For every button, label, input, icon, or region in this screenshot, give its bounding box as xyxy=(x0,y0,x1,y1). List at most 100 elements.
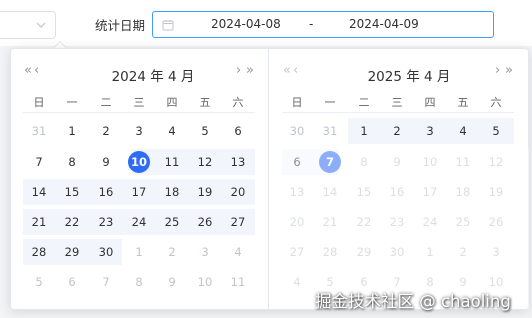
prev-month-icon[interactable]: ‹ xyxy=(34,63,39,78)
left-day-cell[interactable]: 6 xyxy=(57,269,87,295)
right-day-cell[interactable]: 16 xyxy=(382,179,412,205)
prev-year-icon-right[interactable]: « xyxy=(283,63,291,78)
left-day-cell[interactable]: 31 xyxy=(24,118,54,144)
right-day-cell[interactable]: 27 xyxy=(282,239,312,265)
right-day-cell[interactable]: 30 xyxy=(382,239,412,265)
selected-day[interactable]: 7 xyxy=(319,151,341,173)
left-day-cell[interactable]: 7 xyxy=(24,149,54,175)
left-day-cell[interactable]: 9 xyxy=(91,149,121,175)
left-day-cell[interactable]: 5 xyxy=(190,118,220,144)
left-day-cell[interactable]: 2 xyxy=(91,118,121,144)
right-day-cell[interactable]: 28 xyxy=(315,239,345,265)
left-day-cell[interactable]: 30 xyxy=(91,239,121,265)
left-weekday-1: 一 xyxy=(66,96,78,109)
left-day-cell[interactable]: 4 xyxy=(223,239,253,265)
left-day-cell[interactable]: 1 xyxy=(124,239,154,265)
right-day-cell[interactable]: 3 xyxy=(415,118,445,144)
right-day-cell[interactable]: 2 xyxy=(448,239,478,265)
left-day-cell[interactable]: 13 xyxy=(223,149,253,175)
right-day-cell[interactable]: 4 xyxy=(448,118,478,144)
left-day-cell[interactable]: 1 xyxy=(57,118,87,144)
left-day-cell[interactable]: 27 xyxy=(223,209,253,235)
left-day-cell[interactable]: 18 xyxy=(157,179,187,205)
left-day-cell[interactable]: 21 xyxy=(24,209,54,235)
right-day-cell[interactable]: 8 xyxy=(349,149,379,175)
left-day-cell[interactable]: 4 xyxy=(157,118,187,144)
range-start-input[interactable]: 2024-04-08 xyxy=(211,17,281,31)
left-day-cell[interactable]: 2 xyxy=(157,239,187,265)
next-year-icon-left[interactable]: » xyxy=(246,63,254,78)
right-day-cell[interactable]: 1 xyxy=(349,118,379,144)
right-day-cell[interactable]: 18 xyxy=(448,179,478,205)
right-day-cell[interactable]: 1 xyxy=(415,239,445,265)
right-day-cell[interactable]: 3 xyxy=(481,239,511,265)
left-day-cell[interactable]: 25 xyxy=(157,209,187,235)
left-day-cell[interactable]: 23 xyxy=(91,209,121,235)
left-day-cell[interactable]: 11 xyxy=(157,149,187,175)
prev-year-icon[interactable]: « xyxy=(24,63,32,78)
range-end-input[interactable]: 2024-04-09 xyxy=(349,17,419,31)
right-day-cell[interactable]: 17 xyxy=(415,179,445,205)
right-day-cell[interactable]: 24 xyxy=(415,209,445,235)
right-day-cell[interactable]: 31 xyxy=(315,118,345,144)
left-day-cell[interactable]: 6 xyxy=(223,118,253,144)
next-month-icon-left[interactable]: › xyxy=(236,63,241,78)
left-day-cell[interactable]: 8 xyxy=(57,149,87,175)
left-day-cell[interactable]: 10 xyxy=(124,149,154,175)
right-day-cell[interactable]: 9 xyxy=(382,149,412,175)
right-day-cell[interactable]: 22 xyxy=(349,209,379,235)
next-year-icon[interactable]: » xyxy=(505,63,513,78)
range-separator: - xyxy=(309,17,314,31)
prev-month-icon-right[interactable]: ‹ xyxy=(293,63,298,78)
right-day-cell[interactable]: 20 xyxy=(282,209,312,235)
left-day-cell[interactable]: 3 xyxy=(124,118,154,144)
date-range-input[interactable]: 2024-04-08 - 2024-04-09 xyxy=(152,11,494,38)
right-day-cell[interactable]: 4 xyxy=(282,269,312,295)
left-day-cell[interactable]: 11 xyxy=(223,269,253,295)
right-day-cell[interactable]: 10 xyxy=(415,149,445,175)
left-day-cell[interactable]: 5 xyxy=(24,269,54,295)
left-day-cell[interactable]: 14 xyxy=(24,179,54,205)
right-day-cell[interactable]: 19 xyxy=(481,179,511,205)
left-day-cell[interactable]: 19 xyxy=(190,179,220,205)
right-day-cell[interactable]: 14 xyxy=(315,179,345,205)
left-day-cell[interactable]: 15 xyxy=(57,179,87,205)
right-day-cell[interactable]: 23 xyxy=(382,209,412,235)
right-day-cell[interactable]: 2 xyxy=(382,118,412,144)
right-day-cell[interactable]: 26 xyxy=(481,209,511,235)
right-day-cell[interactable]: 13 xyxy=(282,179,312,205)
left-day-cell[interactable]: 9 xyxy=(157,269,187,295)
left-day-cell[interactable]: 29 xyxy=(57,239,87,265)
preceding-select[interactable] xyxy=(0,11,56,39)
date-range-picker-panel: « ‹ 2024 年 4 月 › » « ‹ 2025 年 4 月 › » 日 一… xyxy=(10,48,529,310)
left-day-cell[interactable]: 28 xyxy=(24,239,54,265)
panel-divider xyxy=(268,49,269,309)
right-day-cell[interactable]: 15 xyxy=(349,179,379,205)
right-day-cell[interactable]: 29 xyxy=(349,239,379,265)
right-month-title: 2025 年 4 月 xyxy=(367,69,451,85)
left-day-cell[interactable]: 16 xyxy=(91,179,121,205)
right-day-cell[interactable]: 12 xyxy=(481,149,511,175)
right-weekday-5: 五 xyxy=(457,96,469,109)
left-day-cell[interactable]: 17 xyxy=(124,179,154,205)
left-day-cell[interactable]: 22 xyxy=(57,209,87,235)
left-day-cell[interactable]: 8 xyxy=(124,269,154,295)
left-day-cell[interactable]: 3 xyxy=(190,239,220,265)
left-day-cell[interactable]: 12 xyxy=(190,149,220,175)
left-day-cell[interactable]: 7 xyxy=(91,269,121,295)
left-day-cell[interactable]: 26 xyxy=(190,209,220,235)
right-day-cell[interactable]: 21 xyxy=(315,209,345,235)
right-day-cell[interactable]: 5 xyxy=(481,118,511,144)
right-day-cell[interactable]: 11 xyxy=(448,149,478,175)
filter-bar: 统计日期 2024-04-08 - 2024-04-09 xyxy=(0,0,532,46)
selected-day[interactable]: 10 xyxy=(128,151,150,173)
filter-label: 统计日期 xyxy=(95,18,146,33)
right-day-cell[interactable]: 6 xyxy=(282,149,312,175)
left-day-cell[interactable]: 24 xyxy=(124,209,154,235)
right-day-cell[interactable]: 25 xyxy=(448,209,478,235)
right-day-cell[interactable]: 7 xyxy=(315,149,345,175)
left-day-cell[interactable]: 20 xyxy=(223,179,253,205)
right-day-cell[interactable]: 30 xyxy=(282,118,312,144)
left-day-cell[interactable]: 10 xyxy=(190,269,220,295)
next-month-icon[interactable]: › xyxy=(495,63,500,78)
